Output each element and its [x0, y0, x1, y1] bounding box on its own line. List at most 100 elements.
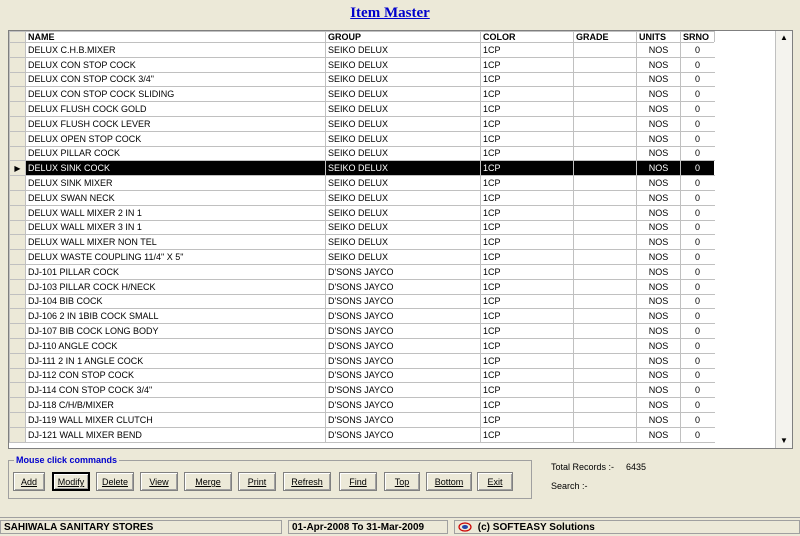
table-row[interactable]: DJ-118 C/H/B/MIXER D'SONS JAYCO 1CP NOS 0 [9, 397, 715, 413]
cell-srno[interactable]: 0 [680, 352, 715, 369]
cell-srno[interactable]: 0 [680, 323, 715, 339]
column-header-group[interactable]: GROUP [325, 31, 481, 43]
cell-srno[interactable]: 0 [680, 71, 715, 88]
cell-name[interactable]: DELUX CON STOP COCK SLIDING [25, 86, 326, 103]
row-indicator-cell[interactable] [9, 130, 26, 147]
cell-srno[interactable]: 0 [680, 293, 715, 310]
cell-units[interactable]: NOS [636, 249, 681, 265]
cell-color[interactable]: 1CP [480, 397, 574, 413]
cell-group[interactable]: D'SONS JAYCO [325, 293, 481, 310]
row-indicator-cell[interactable] [9, 189, 26, 206]
cell-color[interactable]: 1CP [480, 426, 574, 443]
cell-grade[interactable] [573, 278, 637, 295]
cell-color[interactable]: 1CP [480, 160, 574, 177]
arrow-down-icon[interactable]: ▼ [776, 434, 792, 448]
cell-name[interactable]: DJ-101 PILLAR COCK [25, 263, 326, 280]
cell-name[interactable]: DELUX C.H.B.MIXER [25, 42, 326, 58]
cell-grade[interactable] [573, 219, 637, 236]
cell-srno[interactable]: 0 [680, 367, 715, 384]
cell-group[interactable]: SEIKO DELUX [325, 234, 481, 251]
row-indicator-cell[interactable] [9, 278, 26, 295]
cell-srno[interactable]: 0 [680, 426, 715, 443]
cell-name[interactable]: DELUX SINK COCK [25, 160, 326, 177]
cell-srno[interactable]: 0 [680, 145, 715, 162]
cell-srno[interactable]: 0 [680, 234, 715, 251]
table-row[interactable]: DJ-107 BIB COCK LONG BODY D'SONS JAYCO 1CP… [9, 323, 715, 339]
cell-group[interactable]: SEIKO DELUX [325, 56, 481, 73]
cell-grade[interactable] [573, 175, 637, 191]
cell-color[interactable]: 1CP [480, 130, 574, 147]
cell-name[interactable]: DELUX WALL MIXER NON TEL [25, 234, 326, 251]
row-indicator-cell[interactable] [9, 234, 26, 251]
cell-color[interactable]: 1CP [480, 263, 574, 280]
cell-name[interactable]: DELUX SWAN NECK [25, 189, 326, 206]
cell-units[interactable]: NOS [636, 234, 681, 251]
table-row[interactable]: DELUX WALL MIXER 3 IN 1 SEIKO DELUX 1CP NOS… [9, 219, 715, 236]
row-indicator-cell[interactable] [9, 145, 26, 162]
cell-name[interactable]: DELUX CON STOP COCK [25, 56, 326, 73]
column-header-srno[interactable]: SRNO [680, 31, 715, 43]
cell-grade[interactable] [573, 160, 637, 177]
cell-name[interactable]: DJ-119 WALL MIXER CLUTCH [25, 411, 326, 428]
cell-grade[interactable] [573, 263, 637, 280]
cell-group[interactable]: SEIKO DELUX [325, 130, 481, 147]
row-indicator-cell[interactable] [9, 175, 26, 191]
cell-color[interactable]: 1CP [480, 219, 574, 236]
cell-group[interactable]: D'SONS JAYCO [325, 367, 481, 384]
cell-grade[interactable] [573, 323, 637, 339]
row-indicator-cell[interactable] [9, 367, 26, 384]
cell-group[interactable]: D'SONS JAYCO [325, 411, 481, 428]
cell-name[interactable]: DELUX WALL MIXER 2 IN 1 [25, 204, 326, 221]
cell-grade[interactable] [573, 337, 637, 354]
cell-grade[interactable] [573, 367, 637, 384]
cell-color[interactable]: 1CP [480, 337, 574, 354]
cell-units[interactable]: NOS [636, 382, 681, 399]
cell-name[interactable]: DJ-114 CON STOP COCK 3/4" [25, 382, 326, 399]
cell-units[interactable]: NOS [636, 101, 681, 117]
row-indicator-cell[interactable] [9, 397, 26, 413]
cell-group[interactable]: D'SONS JAYCO [325, 323, 481, 339]
cell-units[interactable]: NOS [636, 219, 681, 236]
cell-units[interactable]: NOS [636, 160, 681, 177]
row-indicator-cell[interactable] [9, 71, 26, 88]
cell-grade[interactable] [573, 115, 637, 132]
cell-units[interactable]: NOS [636, 130, 681, 147]
column-header-units[interactable]: UNITS [636, 31, 681, 43]
table-row[interactable]: DJ-101 PILLAR COCK D'SONS JAYCO 1CP NOS 0 [9, 263, 715, 280]
cell-name[interactable]: DELUX FLUSH COCK LEVER [25, 115, 326, 132]
row-indicator-cell[interactable] [9, 115, 26, 132]
cell-name[interactable]: DELUX CON STOP COCK 3/4" [25, 71, 326, 88]
cell-color[interactable]: 1CP [480, 56, 574, 73]
row-indicator-cell[interactable] [9, 426, 26, 443]
top-button[interactable]: Top [384, 472, 420, 491]
cell-grade[interactable] [573, 382, 637, 399]
row-indicator-cell[interactable] [9, 101, 26, 117]
cell-srno[interactable]: 0 [680, 308, 715, 325]
cell-group[interactable]: SEIKO DELUX [325, 115, 481, 132]
cell-units[interactable]: NOS [636, 278, 681, 295]
cell-color[interactable]: 1CP [480, 71, 574, 88]
cell-units[interactable]: NOS [636, 86, 681, 103]
item-grid[interactable]: NAME GROUP COLOR GRADE UNITS SRNO DELUX … [8, 30, 793, 449]
cell-group[interactable]: SEIKO DELUX [325, 189, 481, 206]
row-indicator-cell[interactable] [9, 308, 26, 325]
cell-group[interactable]: SEIKO DELUX [325, 101, 481, 117]
cell-srno[interactable]: 0 [680, 86, 715, 103]
row-indicator-cell[interactable] [9, 293, 26, 310]
row-indicator-cell[interactable] [9, 56, 26, 73]
table-row[interactable]: DJ-114 CON STOP COCK 3/4" D'SONS JAYCO 1CP… [9, 382, 715, 399]
table-row[interactable]: DJ-104 BIB COCK D'SONS JAYCO 1CP NOS 0 [9, 293, 715, 310]
row-indicator-cell[interactable] [9, 411, 26, 428]
delete-button[interactable]: Delete [96, 472, 134, 491]
cell-name[interactable]: DJ-106 2 IN 1BIB COCK SMALL [25, 308, 326, 325]
cell-group[interactable]: SEIKO DELUX [325, 249, 481, 265]
cell-srno[interactable]: 0 [680, 411, 715, 428]
cell-group[interactable]: D'SONS JAYCO [325, 352, 481, 369]
cell-srno[interactable]: 0 [680, 249, 715, 265]
row-indicator-cell[interactable] [9, 249, 26, 265]
cell-group[interactable]: D'SONS JAYCO [325, 426, 481, 443]
cell-srno[interactable]: 0 [680, 115, 715, 132]
row-indicator-cell[interactable] [9, 382, 26, 399]
table-row[interactable]: DJ-112 CON STOP COCK D'SONS JAYCO 1CP NOS 0 [9, 367, 715, 384]
table-row[interactable]: DELUX FLUSH COCK LEVER SEIKO DELUX 1CP NOS 0 [9, 115, 715, 132]
